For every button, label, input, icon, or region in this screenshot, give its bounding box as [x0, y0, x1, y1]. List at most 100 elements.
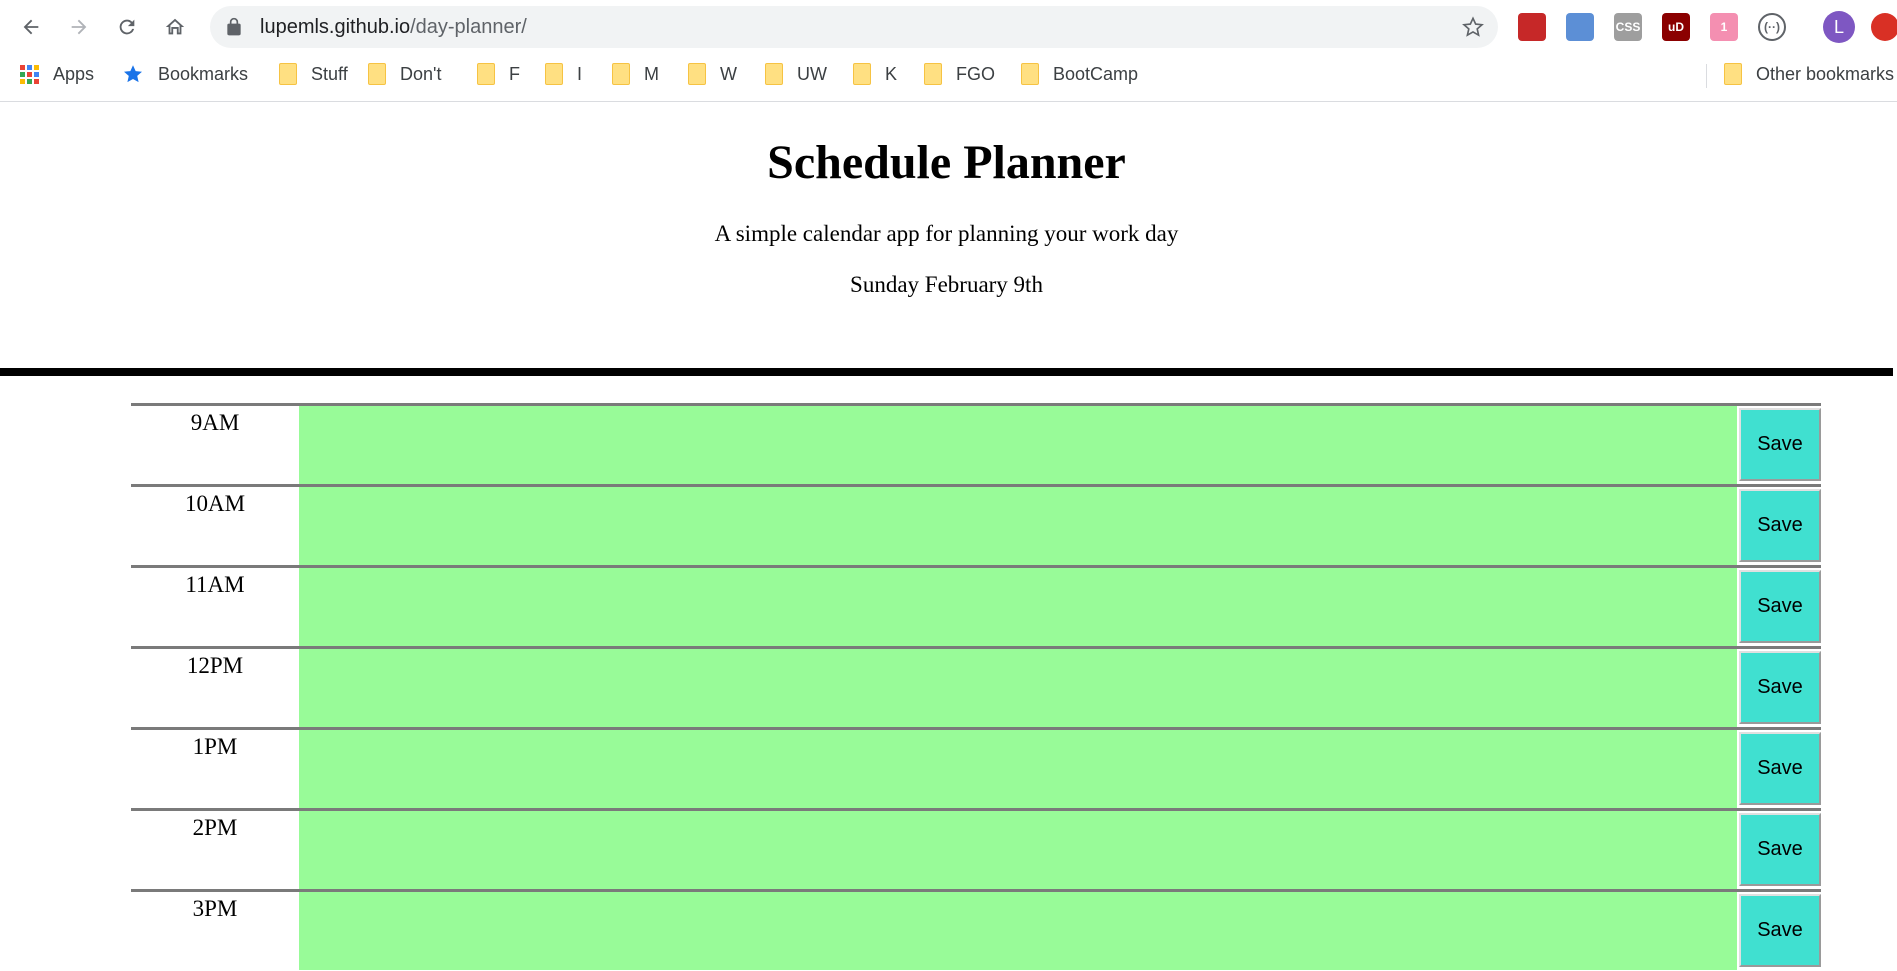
bookmark-folder-label: FGO [956, 63, 995, 84]
folder-icon [688, 63, 706, 85]
ext-blue-icon[interactable] [1566, 13, 1594, 41]
page-title: Schedule Planner [767, 136, 1126, 189]
url-host: lupemls.github.io [260, 16, 411, 38]
bookmark-folder[interactable]: K [853, 62, 897, 86]
bookmark-folder[interactable]: Don't [368, 62, 441, 86]
event-description-input[interactable] [299, 649, 1737, 727]
folder-icon [545, 63, 563, 85]
save-button[interactable]: Save [1739, 489, 1821, 562]
time-block-row: 9AM Save [131, 403, 1821, 484]
ext-flag-icon[interactable] [1518, 13, 1546, 41]
url-path: /day-planner/ [410, 16, 527, 38]
folder-icon [1021, 63, 1039, 85]
bookmarks-bar: Apps Bookmarks Stuff Don't F I M W UW K FGO BootC… [0, 56, 1897, 92]
browser-chrome: lupemls.github.io/day-planner/ CSS uD 1 (··… [0, 0, 1897, 102]
ext-circle-icon[interactable]: (··) [1758, 13, 1786, 41]
ext-css-icon[interactable]: CSS [1614, 13, 1642, 41]
bookmark-folder-label: W [720, 63, 737, 84]
folder-icon [477, 63, 495, 85]
bookmarks-divider [1706, 64, 1707, 88]
current-day: Sunday February 9th [850, 272, 1043, 297]
save-button[interactable]: Save [1739, 732, 1821, 805]
hour-label: 10AM [184, 491, 246, 516]
event-description-input[interactable] [299, 730, 1737, 808]
reload-icon [119, 19, 135, 35]
folder-icon [368, 63, 386, 85]
address-bar[interactable]: lupemls.github.io/day-planner/ [210, 6, 1498, 48]
home-button[interactable] [158, 10, 192, 44]
event-description-input[interactable] [299, 568, 1737, 646]
forward-button[interactable] [62, 10, 96, 44]
bookmark-folder-label: I [577, 63, 583, 84]
bookmark-apps-label: Apps [53, 63, 95, 84]
hour-label: 11AM [185, 572, 245, 597]
folder-icon [279, 63, 297, 85]
bookmark-folder-label: BootCamp [1053, 63, 1139, 84]
hour-label: 9AM [190, 410, 240, 435]
ext-circle-label: (··) [1764, 20, 1780, 34]
time-block-row: 3PM Save [131, 889, 1821, 970]
bookmark-other[interactable]: Other bookmarks [1724, 62, 1894, 86]
star-icon[interactable] [1462, 16, 1484, 38]
profile-avatar[interactable]: L [1823, 11, 1855, 43]
ext-ublock-label: uD [1668, 20, 1684, 34]
ext-pink-label: 1 [1720, 20, 1728, 34]
back-button[interactable] [14, 10, 48, 44]
ext-css-label: CSS [1615, 20, 1641, 34]
browser-toolbar: lupemls.github.io/day-planner/ CSS uD 1 (··… [0, 0, 1897, 54]
bookmark-folder-label: M [644, 63, 659, 84]
folder-icon [612, 63, 630, 85]
ext-ublock-icon[interactable]: uD [1662, 13, 1690, 41]
hour-label: 2PM [192, 815, 238, 840]
time-block-row: 12PM Save [131, 646, 1821, 727]
bookmark-folder[interactable]: Stuff [279, 62, 348, 86]
blue-star-icon [124, 65, 142, 83]
time-block-row: 10AM Save [131, 484, 1821, 565]
apps-grid-icon [20, 64, 39, 84]
time-block-row: 1PM Save [131, 727, 1821, 808]
bookmark-other-label: Other bookmarks [1756, 63, 1895, 84]
bookmark-folder[interactable]: W [688, 62, 737, 86]
hour-label: 3PM [192, 896, 238, 921]
update-icon[interactable] [1871, 13, 1897, 41]
folder-icon [1724, 63, 1742, 85]
arrow-left-icon [23, 19, 39, 35]
folder-icon [924, 63, 942, 85]
bookmark-folder[interactable]: F [477, 62, 520, 86]
event-description-input[interactable] [299, 892, 1737, 970]
time-block-row: 2PM Save [131, 808, 1821, 889]
bookmark-folder-label: F [509, 63, 520, 84]
bookmark-folder[interactable]: BootCamp [1021, 62, 1138, 86]
hour-label: 1PM [192, 734, 238, 759]
folder-icon [765, 63, 783, 85]
event-description-input[interactable] [299, 406, 1737, 484]
home-icon [165, 18, 185, 35]
reload-button[interactable] [110, 10, 144, 44]
bookmark-folder-label: Don't [400, 63, 442, 84]
save-button[interactable]: Save [1739, 651, 1821, 724]
bookmark-folder-label: UW [797, 63, 827, 84]
url-text[interactable]: lupemls.github.io/day-planner/ [260, 16, 527, 39]
bookmark-folder[interactable]: I [545, 62, 582, 86]
bookmark-folder[interactable]: FGO [924, 62, 995, 86]
bookmark-apps[interactable]: Apps [20, 62, 94, 86]
bookmark-bookmarks-label: Bookmarks [158, 63, 249, 84]
avatar-letter: L [1833, 16, 1844, 37]
save-button[interactable]: Save [1739, 570, 1821, 643]
hour-label: 12PM [186, 653, 244, 678]
bookmark-folder[interactable]: UW [765, 62, 827, 86]
save-button[interactable]: Save [1739, 408, 1821, 481]
lock-icon[interactable] [224, 17, 244, 37]
time-block-row: 11AM Save [131, 565, 1821, 646]
bookmark-bookmarks[interactable]: Bookmarks [122, 62, 248, 86]
event-description-input[interactable] [299, 487, 1737, 565]
bookmark-folder[interactable]: M [612, 62, 659, 86]
save-button[interactable]: Save [1739, 813, 1821, 886]
bookmark-folder-label: K [885, 63, 898, 84]
event-description-input[interactable] [299, 811, 1737, 889]
save-button[interactable]: Save [1739, 894, 1821, 967]
schedule-container: 9AM Save 10AM Save 11AM Save 12PM Save 1PM Save 2P… [131, 403, 1821, 970]
folder-icon [853, 63, 871, 85]
page-lead: A simple calendar app for planning your … [714, 221, 1179, 246]
ext-pink-icon[interactable]: 1 [1710, 13, 1738, 41]
